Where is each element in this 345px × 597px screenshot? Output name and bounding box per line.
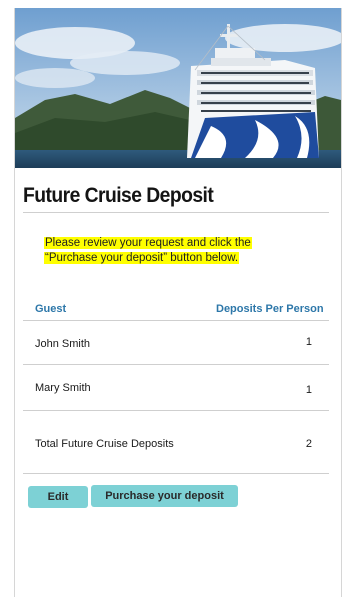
title-divider — [23, 212, 329, 213]
row-deposit-count: 1 — [305, 336, 312, 348]
column-header-deposits: Deposits Per Person — [216, 303, 324, 315]
row-deposit-count: 1 — [305, 384, 312, 396]
total-deposits-label: Total Future Cruise Deposits — [35, 438, 174, 450]
page-title: Future Cruise Deposit — [23, 184, 214, 207]
total-divider — [23, 473, 329, 474]
row-guest-name: Mary Smith — [35, 382, 91, 394]
deposit-card: Future Cruise Deposit Please review your… — [14, 8, 342, 597]
row-guest-name: John Smith — [35, 338, 91, 350]
review-notice: Please review your request and click the… — [44, 236, 266, 265]
header-divider — [23, 320, 329, 321]
row-divider — [23, 364, 329, 365]
edit-button[interactable]: Edit — [28, 486, 88, 508]
column-header-guest: Guest — [35, 303, 67, 315]
total-deposits-value: 2 — [305, 438, 312, 450]
row-divider — [23, 410, 329, 411]
purchase-deposit-button[interactable]: Purchase your deposit — [91, 485, 238, 507]
cruise-ship-hero-image — [15, 8, 341, 168]
review-notice-text: Please review your request and click the… — [44, 237, 252, 264]
